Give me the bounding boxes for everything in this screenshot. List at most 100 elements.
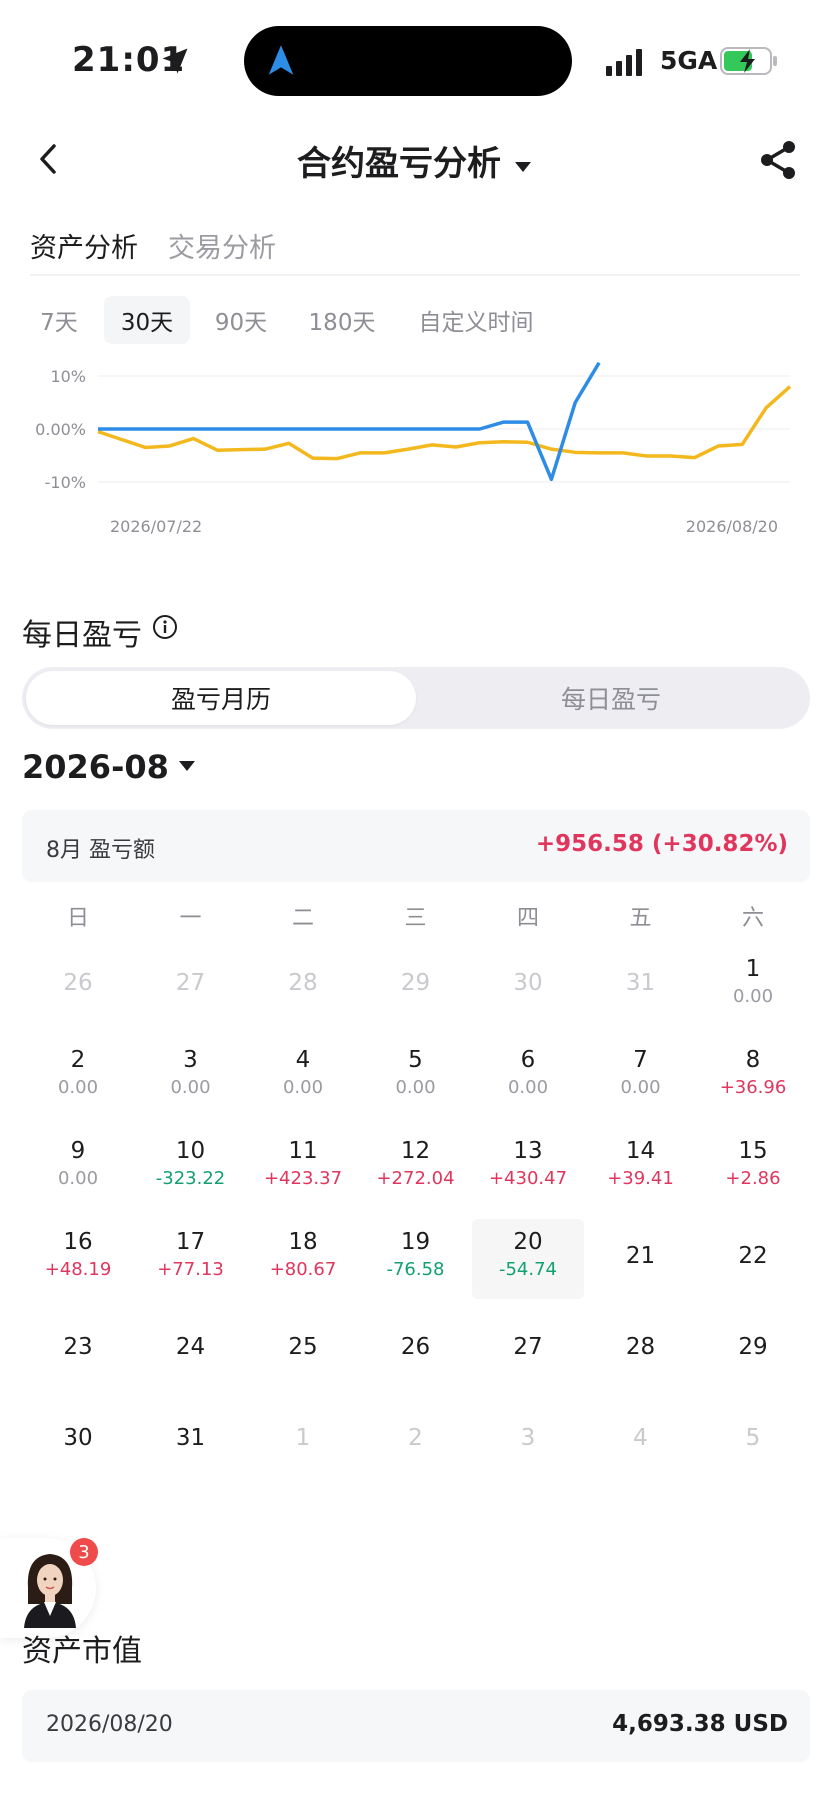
weekday-label: 一 bbox=[179, 906, 202, 931]
calendar-day-pnl: 0.00 bbox=[732, 986, 774, 1007]
asset-value-title: 资产市值 bbox=[22, 1634, 142, 1669]
calendar-day-number: 2 bbox=[70, 1047, 86, 1073]
calendar-day[interactable]: 2 0.00 bbox=[22, 1037, 134, 1117]
calendar-day-pnl: +77.13 bbox=[157, 1259, 224, 1280]
title-dropdown[interactable]: 合约盈亏分析 bbox=[0, 136, 828, 185]
calendar-day-pnl: +2.86 bbox=[725, 1168, 781, 1189]
calendar-day[interactable]: 21 bbox=[585, 1219, 697, 1299]
calendar-day: 4 bbox=[585, 1401, 697, 1481]
period-180d[interactable]: 180天 bbox=[300, 296, 384, 344]
series-line-blue bbox=[98, 361, 601, 482]
notification-badge: 3 bbox=[70, 1538, 98, 1566]
calendar-day[interactable]: 31 bbox=[135, 1401, 247, 1481]
month-label: 2026-08 bbox=[22, 748, 169, 786]
calendar-day-number: 4 bbox=[295, 1047, 311, 1073]
calendar-day[interactable]: 19 -76.58 bbox=[360, 1219, 472, 1299]
calendar-day[interactable]: 6 0.00 bbox=[472, 1037, 584, 1117]
calendar-day[interactable]: 15 +2.86 bbox=[697, 1128, 809, 1208]
calendar-day[interactable]: 13 +430.47 bbox=[472, 1128, 584, 1208]
calendar-day: 27 bbox=[135, 946, 247, 1026]
calendar-day-number: 28 bbox=[625, 1334, 656, 1360]
calendar-day[interactable]: 27 bbox=[472, 1310, 584, 1390]
status-bar: 21:01 5GA bbox=[0, 0, 828, 120]
period-custom[interactable]: 自定义时间 bbox=[406, 296, 546, 344]
calendar-day[interactable]: 22 bbox=[697, 1219, 809, 1299]
calendar-day-pnl: 0.00 bbox=[507, 1077, 549, 1098]
calendar-day-number: 12 bbox=[400, 1138, 431, 1164]
calendar-day[interactable]: 4 0.00 bbox=[247, 1037, 359, 1117]
calendar-day-number: 8 bbox=[745, 1047, 761, 1073]
y-tick-label: 0.00% bbox=[35, 420, 86, 439]
tab-trade-analysis[interactable]: 交易分析 bbox=[168, 226, 276, 265]
calendar-day-number: 24 bbox=[175, 1334, 206, 1360]
period-90d[interactable]: 90天 bbox=[206, 296, 276, 344]
tab-asset-analysis[interactable]: 资产分析 bbox=[30, 226, 138, 265]
weekday-label: 六 bbox=[741, 906, 764, 931]
calendar-day-pnl: -54.74 bbox=[498, 1259, 558, 1280]
calendar-day-number: 29 bbox=[738, 1334, 768, 1360]
network-type: 5GA bbox=[660, 46, 718, 75]
calendar-day-number: 13 bbox=[513, 1138, 543, 1164]
month-summary: 8月 盈亏额 +956.58 (+30.82%) bbox=[22, 810, 810, 882]
signal-icon bbox=[606, 49, 642, 76]
calendar-day[interactable]: 16 +48.19 bbox=[22, 1219, 134, 1299]
info-icon[interactable] bbox=[152, 614, 178, 640]
calendar-day-number: 25 bbox=[288, 1334, 318, 1360]
y-tick-label: -10% bbox=[45, 473, 86, 492]
calendar-day[interactable]: 29 bbox=[697, 1310, 809, 1390]
calendar-day-pnl: +423.37 bbox=[263, 1168, 343, 1189]
calendar-day-pnl: 0.00 bbox=[170, 1077, 211, 1098]
weekday-label: 五 bbox=[629, 906, 652, 931]
calendar-day[interactable]: 8 +36.96 bbox=[697, 1037, 809, 1117]
calendar-day-number: 30 bbox=[513, 970, 543, 996]
calendar-day[interactable]: 12 +272.04 bbox=[360, 1128, 472, 1208]
weekday-label: 三 bbox=[404, 906, 427, 931]
calendar-day[interactable]: 5 0.00 bbox=[360, 1037, 472, 1117]
period-7d[interactable]: 7天 bbox=[30, 296, 88, 344]
calendar-day-pnl: 0.00 bbox=[620, 1077, 661, 1098]
navigation-arrow-icon bbox=[268, 45, 294, 75]
month-selector[interactable]: 2026-08 bbox=[22, 748, 195, 786]
summary-value: +956.58 (+30.82%) bbox=[535, 831, 788, 857]
calendar-day[interactable]: 7 0.00 bbox=[585, 1037, 697, 1117]
share-icon[interactable] bbox=[758, 140, 798, 180]
calendar-day-number: 30 bbox=[63, 1425, 93, 1451]
calendar-day: 31 bbox=[585, 946, 697, 1026]
y-tick-label: 10% bbox=[50, 367, 86, 386]
calendar-day-number: 31 bbox=[625, 970, 656, 996]
calendar-day[interactable]: 25 bbox=[247, 1310, 359, 1390]
period-30d[interactable]: 30天 bbox=[104, 296, 190, 344]
calendar-day-number: 1 bbox=[295, 1425, 311, 1451]
calendar-day-pnl: +80.67 bbox=[269, 1259, 337, 1280]
calendar-day[interactable]: 1 0.00 bbox=[697, 946, 809, 1026]
calendar-day[interactable]: 28 bbox=[585, 1310, 697, 1390]
calendar-day[interactable]: 23 bbox=[22, 1310, 134, 1390]
calendar-day-number: 9 bbox=[70, 1138, 86, 1164]
daily-pnl-title: 每日盈亏 bbox=[22, 618, 142, 653]
calendar-day-number: 23 bbox=[63, 1334, 93, 1360]
calendar-day[interactable]: 26 bbox=[360, 1310, 472, 1390]
calendar-day[interactable]: 17 +77.13 bbox=[135, 1219, 247, 1299]
calendar-day[interactable]: 11 +423.37 bbox=[247, 1128, 359, 1208]
asset-value: 4,693.38 USD bbox=[612, 1711, 788, 1737]
x-tick-label: 2026/07/22 bbox=[110, 517, 202, 536]
calendar-day-pnl: -76.58 bbox=[386, 1259, 445, 1280]
calendar-day-number: 27 bbox=[175, 970, 206, 996]
calendar-day: 28 bbox=[247, 946, 359, 1026]
calendar-day-number: 2 bbox=[408, 1425, 423, 1451]
calendar-day[interactable]: 14 +39.41 bbox=[585, 1128, 697, 1208]
calendar-day[interactable]: 18 +80.67 bbox=[247, 1219, 359, 1299]
calendar-day[interactable]: 10 -323.22 bbox=[135, 1128, 247, 1208]
calendar-day-number: 17 bbox=[175, 1229, 206, 1255]
segment-daily-pnl[interactable]: 每日盈亏 bbox=[416, 671, 806, 725]
calendar-day[interactable]: 30 bbox=[22, 1401, 134, 1481]
calendar-day[interactable]: 24 bbox=[135, 1310, 247, 1390]
calendar-day-pnl: +430.47 bbox=[488, 1168, 568, 1189]
calendar-day-number: 7 bbox=[633, 1047, 648, 1073]
calendar-day[interactable]: 9 0.00 bbox=[22, 1128, 134, 1208]
calendar-day[interactable]: 20 -54.74 bbox=[472, 1219, 584, 1299]
segment-pnl-calendar[interactable]: 盈亏月历 bbox=[26, 671, 416, 725]
calendar-day-number: 3 bbox=[520, 1425, 536, 1451]
calendar-day[interactable]: 3 0.00 bbox=[135, 1037, 247, 1117]
calendar-day-pnl: +48.19 bbox=[44, 1259, 112, 1280]
